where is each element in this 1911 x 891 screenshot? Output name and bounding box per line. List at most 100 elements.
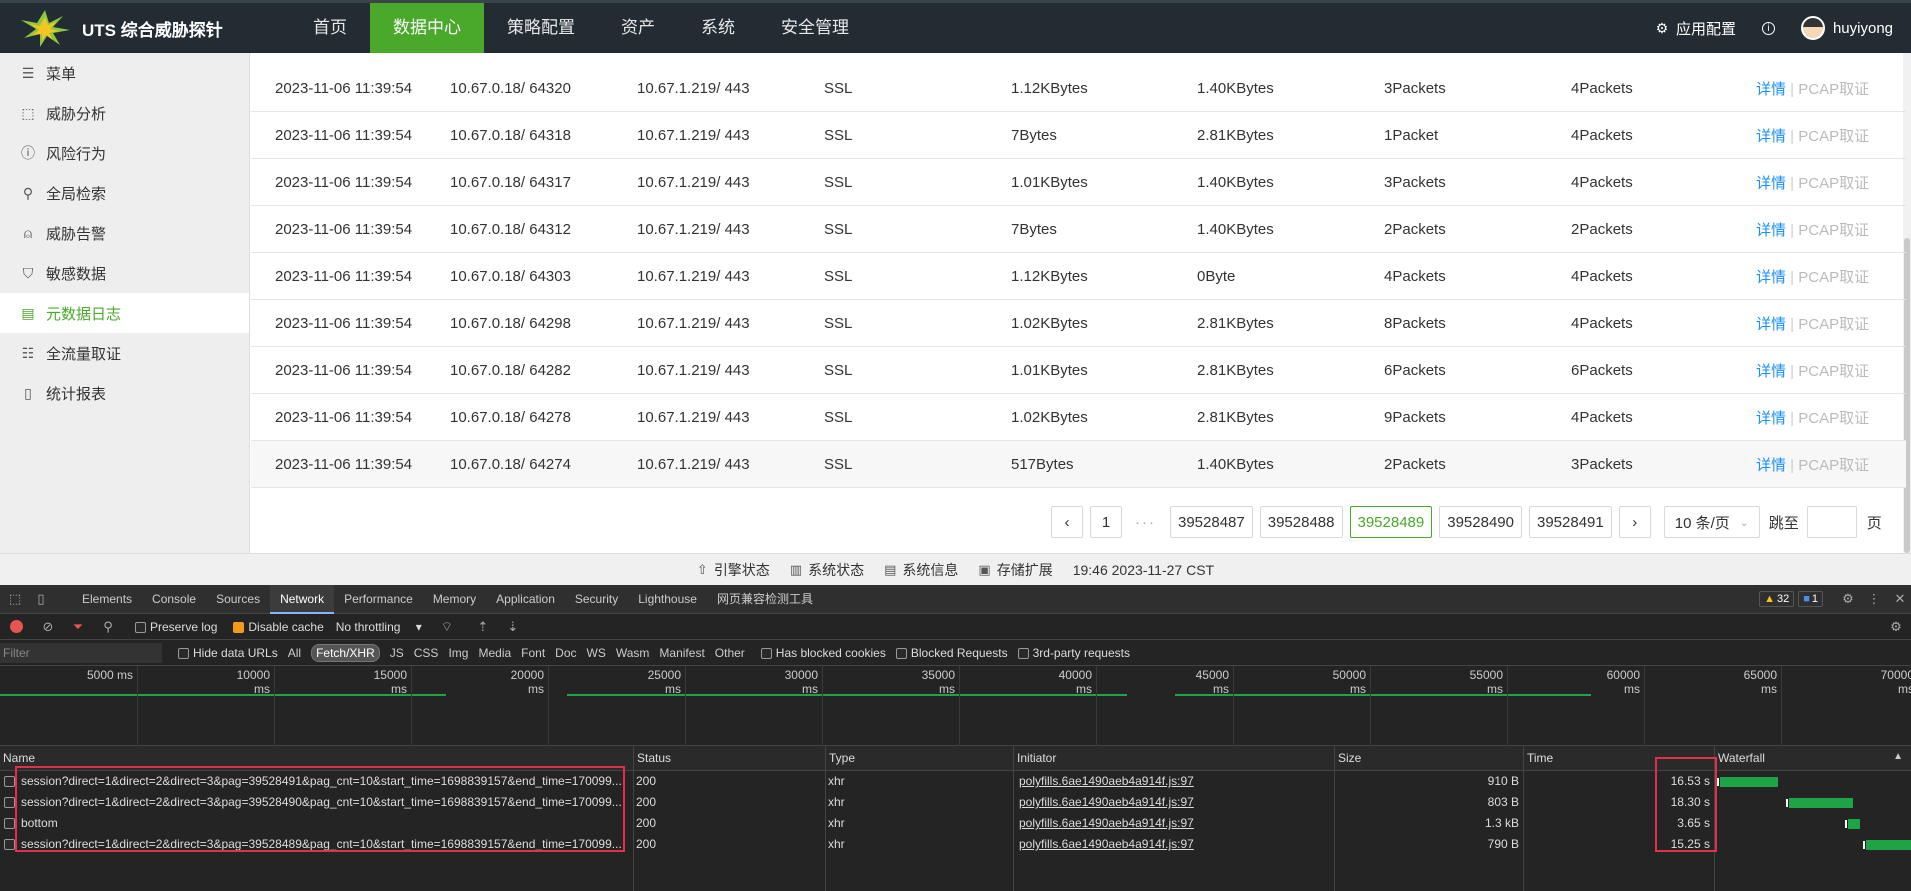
tab-console[interactable]: Console — [142, 585, 206, 614]
detail-link[interactable]: 详情 — [1756, 81, 1786, 98]
col-time[interactable]: Time — [1523, 746, 1714, 771]
filter-type-wasm[interactable]: Wasm — [616, 646, 650, 660]
table-row[interactable]: 2023-11-06 11:39:54 10.67.0.18/ 64317 10.6… — [251, 159, 1906, 206]
sidebar-item-metadata-log[interactable]: ▤ 元数据日志 — [0, 293, 249, 333]
sidebar-item-full-traffic-forensics[interactable]: ☷ 全流量取证 — [0, 333, 249, 373]
tab-security[interactable]: Security — [565, 585, 628, 614]
clear-icon[interactable]: ⊘ — [37, 616, 59, 638]
filter-type-media[interactable]: Media — [478, 646, 511, 660]
filter-type-img[interactable]: Img — [448, 646, 468, 660]
col-name[interactable]: Name — [0, 746, 633, 771]
tab-lighthouse[interactable]: Lighthouse — [628, 585, 707, 614]
nav-security-management[interactable]: 安全管理 — [758, 3, 872, 53]
filter-type-all[interactable]: All — [288, 646, 301, 660]
username[interactable]: huyiyong — [1833, 20, 1893, 37]
table-row[interactable]: 2023-11-06 11:39:54 10.67.0.18/ 64278 10.6… — [251, 394, 1906, 441]
request-initiator[interactable]: polyfills.6ae1490aeb4a914f.js:97 — [1016, 834, 1332, 855]
avatar[interactable] — [1800, 16, 1825, 40]
gear-icon[interactable]: ⚙ — [1837, 588, 1859, 610]
sort-up-icon[interactable]: ▲ — [1893, 751, 1903, 762]
network-overview-timeline[interactable]: 5000 ms 10000 ms 15000 ms 20000 ms 25000 ms 3… — [0, 666, 1911, 746]
filter-type-manifest[interactable]: Manifest — [659, 646, 704, 660]
page-size-select[interactable]: 10 条/页 ⌄ — [1663, 506, 1760, 538]
table-row[interactable]: 2023-11-06 11:39:54 10.67.0.18/ 64312 10.6… — [251, 206, 1906, 253]
sidebar-item-threat-analysis[interactable]: ⬚ 威胁分析 — [0, 93, 249, 133]
request-initiator[interactable]: polyfills.6ae1490aeb4a914f.js:97 — [1016, 813, 1332, 834]
filter-type-font[interactable]: Font — [521, 646, 545, 660]
col-type[interactable]: Type — [825, 746, 1013, 771]
warnings-badge[interactable]: ▲ 32 — [1759, 591, 1795, 607]
disable-cache-checkbox[interactable]: Disable cache — [233, 620, 324, 634]
tab-compat-tool[interactable]: 网页兼容检测工具 — [707, 585, 823, 614]
request-initiator[interactable]: polyfills.6ae1490aeb4a914f.js:97 — [1016, 771, 1332, 792]
sidebar-item-threat-alerts[interactable]: ⍝ 威胁告警 — [0, 213, 249, 253]
more-icon[interactable]: ⋮ — [1863, 588, 1885, 610]
device-toolbar-icon[interactable]: ▯ — [30, 588, 52, 610]
nav-assets[interactable]: 资产 — [598, 3, 678, 53]
table-row[interactable]: 2023-11-06 11:39:54 10.67.0.18/ 64318 10.6… — [251, 112, 1906, 159]
detail-link[interactable]: 详情 — [1756, 457, 1786, 474]
page-39528491[interactable]: 39528491 — [1529, 506, 1612, 538]
pcap-forensics-link[interactable]: PCAP取证 — [1798, 81, 1869, 98]
import-har-icon[interactable]: ⇡ — [472, 616, 494, 638]
system-status[interactable]: ▥ 系统状态 — [790, 560, 864, 580]
network-request-row[interactable]: session?direct=1&direct=2&direct=3&pag=3… — [0, 834, 1911, 855]
page-39528490[interactable]: 39528490 — [1439, 506, 1522, 538]
request-initiator[interactable]: polyfills.6ae1490aeb4a914f.js:97 — [1016, 792, 1332, 813]
sidebar-item-menu[interactable]: ☰ 菜单 — [0, 53, 249, 93]
gear-icon[interactable]: ⚙ — [1654, 20, 1670, 36]
pcap-forensics-link[interactable]: PCAP取证 — [1798, 128, 1869, 145]
detail-link[interactable]: 详情 — [1756, 175, 1786, 192]
third-party-checkbox[interactable]: 3rd-party requests — [1017, 646, 1130, 660]
filter-input[interactable]: Filter — [0, 642, 162, 663]
filter-type-css[interactable]: CSS — [414, 646, 439, 660]
filter-type-other[interactable]: Other — [715, 646, 745, 660]
blocked-requests-checkbox[interactable]: Blocked Requests — [895, 646, 1008, 660]
detail-link[interactable]: 详情 — [1756, 269, 1786, 286]
page-39528489-current[interactable]: 39528489 — [1349, 506, 1433, 538]
tab-elements[interactable]: Elements — [72, 585, 142, 614]
col-size[interactable]: Size — [1334, 746, 1523, 771]
network-request-row[interactable]: session?direct=1&direct=2&direct=3&pag=3… — [0, 792, 1911, 813]
network-settings-icon[interactable]: ⚙ — [1885, 616, 1907, 638]
system-info[interactable]: ▤ 系统信息 — [884, 560, 958, 580]
storage-extension[interactable]: ▣ 存储扩展 — [978, 560, 1052, 580]
info-icon[interactable]: i — [1761, 21, 1775, 35]
export-har-icon[interactable]: ⇣ — [502, 616, 524, 638]
nav-policy-config[interactable]: 策略配置 — [484, 3, 598, 53]
filter-icon[interactable]: ⏷ — [67, 616, 89, 638]
filter-type-doc[interactable]: Doc — [555, 646, 576, 660]
nav-home[interactable]: 首页 — [290, 3, 370, 53]
nav-system[interactable]: 系统 — [678, 3, 758, 53]
pcap-forensics-link[interactable]: PCAP取证 — [1798, 410, 1869, 427]
network-conditions-icon[interactable]: ⌔ — [436, 616, 458, 638]
next-page-button[interactable]: › — [1618, 506, 1651, 538]
filter-type-ws[interactable]: WS — [587, 646, 606, 660]
logo[interactable]: UTS 综合威胁探针 — [0, 8, 290, 48]
pcap-forensics-link[interactable]: PCAP取证 — [1798, 269, 1869, 286]
pcap-forensics-link[interactable]: PCAP取证 — [1798, 222, 1869, 239]
col-status[interactable]: Status — [633, 746, 825, 771]
pcap-forensics-link[interactable]: PCAP取证 — [1798, 363, 1869, 380]
col-initiator[interactable]: Initiator — [1013, 746, 1334, 771]
has-blocked-cookies-checkbox[interactable]: Has blocked cookies — [760, 646, 886, 660]
table-row[interactable]: 2023-11-06 11:39:54 10.67.0.18/ 64282 10.6… — [251, 347, 1906, 394]
prev-page-button[interactable]: ‹ — [1051, 506, 1083, 538]
app-config-link[interactable]: 应用配置 — [1676, 18, 1736, 39]
engine-status[interactable]: ⇧ 引擎状态 — [697, 560, 770, 580]
pcap-forensics-link[interactable]: PCAP取证 — [1798, 316, 1869, 333]
tab-memory[interactable]: Memory — [423, 585, 486, 614]
page-39528487[interactable]: 39528487 — [1170, 506, 1253, 538]
nav-data-center[interactable]: 数据中心 — [370, 3, 484, 53]
detail-link[interactable]: 详情 — [1756, 222, 1786, 239]
sidebar-item-global-search[interactable]: ⚲ 全局检索 — [0, 173, 249, 213]
table-row[interactable]: 2023-11-06 11:39:54 10.67.0.18/ 64303 10.6… — [251, 253, 1906, 300]
tab-sources[interactable]: Sources — [206, 585, 270, 614]
network-request-row[interactable]: session?direct=1&direct=2&direct=3&pag=3… — [0, 771, 1911, 792]
detail-link[interactable]: 详情 — [1756, 128, 1786, 145]
messages-badge[interactable]: ■ 1 — [1798, 591, 1823, 607]
record-icon[interactable] — [10, 620, 23, 633]
page-first[interactable]: 1 — [1090, 506, 1122, 538]
throttling-select[interactable]: No throttling ▾ — [336, 620, 422, 634]
table-row[interactable]: 2023-11-06 11:39:54 10.67.0.18/ 64298 10.6… — [251, 300, 1906, 347]
